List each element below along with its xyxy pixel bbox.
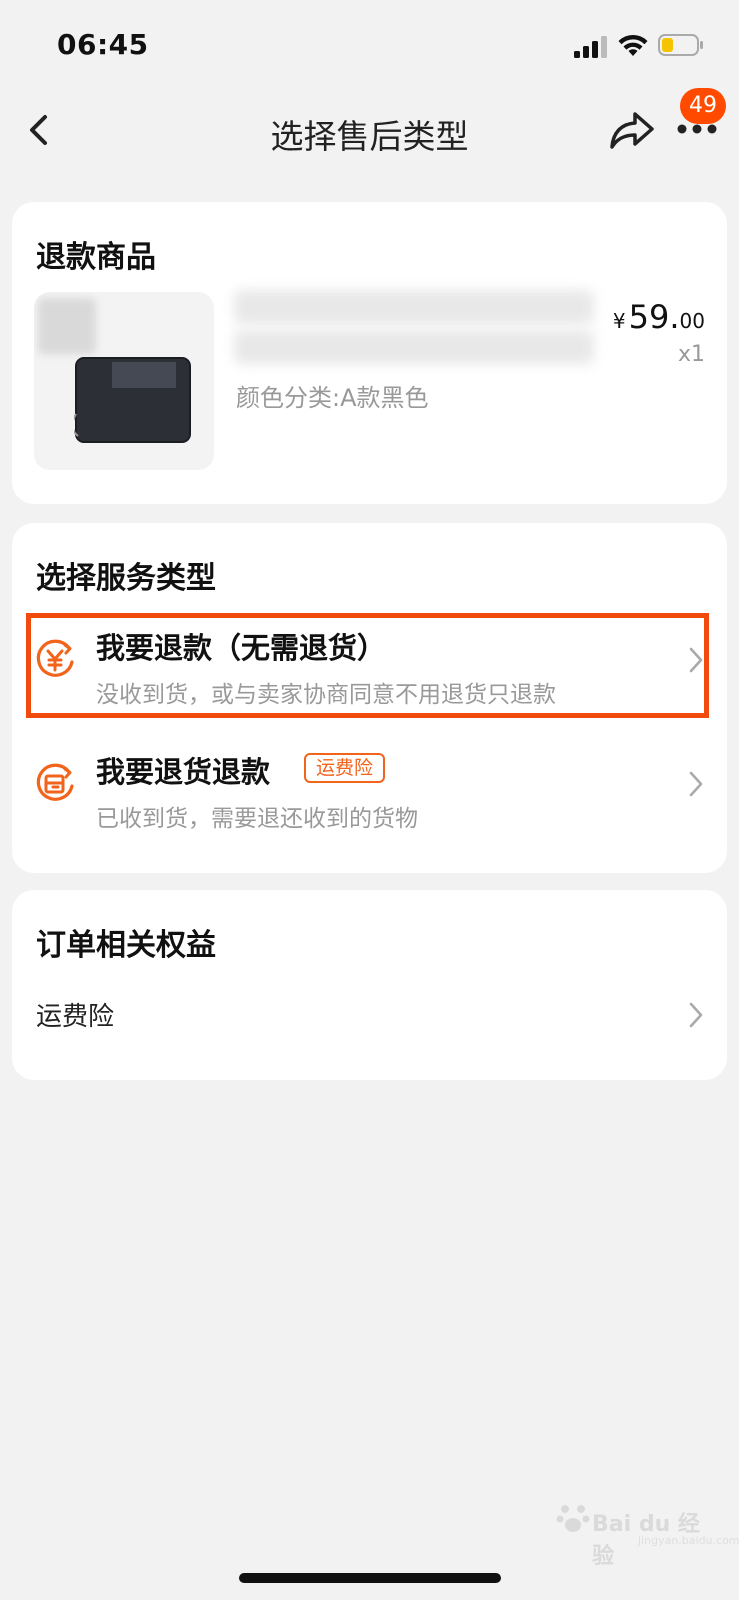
wifi-icon	[618, 34, 648, 56]
wallet-image	[74, 357, 191, 443]
product-variant: 颜色分类:A款黑色	[236, 384, 429, 412]
blurred-product-name-line-2	[234, 330, 594, 364]
refund-product-title: 退款商品	[36, 240, 156, 275]
price-integer: 59.	[628, 298, 680, 336]
navigation-bar: 选择售后类型 49	[0, 88, 739, 172]
chevron-right-icon	[689, 1002, 703, 1028]
order-benefits-title: 订单相关权益	[36, 928, 216, 963]
product-quantity: x1	[677, 342, 705, 367]
service-type-card: 选择服务类型 我要退款（无需退货） 没收到货，或与卖家协商同意不用退货只退款 我…	[12, 523, 727, 873]
product-price: ¥59.00	[613, 298, 705, 336]
battery-icon	[658, 34, 703, 56]
shipping-insurance-label: 运费险	[36, 1002, 115, 1032]
paw-logo-icon	[556, 1505, 590, 1532]
status-time: 06:45	[57, 28, 149, 61]
home-indicator[interactable]	[239, 1573, 501, 1583]
order-benefits-card: 订单相关权益 运费险	[12, 890, 727, 1080]
yuan-refund-icon	[36, 639, 74, 677]
refund-only-title: 我要退款（无需退货）	[96, 631, 387, 665]
product-image[interactable]	[34, 292, 214, 470]
watermark-url: jingyan.baidu.com	[638, 1534, 739, 1547]
chevron-right-icon	[689, 771, 703, 797]
refund-product-card: 退款商品 ¥59.00 x1 颜色分类:A款黑色	[12, 202, 727, 504]
price-currency: ¥	[612, 309, 626, 333]
return-refund-option[interactable]: 我要退货退款 运费险 已收到货，需要退还收到的货物	[12, 741, 727, 843]
return-refund-description: 已收到货，需要退还收到的货物	[96, 806, 418, 832]
price-decimal: 00	[679, 309, 705, 333]
shipping-insurance-tag: 运费险	[304, 753, 386, 783]
share-icon[interactable]	[608, 108, 656, 152]
service-type-title: 选择服务类型	[36, 561, 216, 596]
refund-only-option[interactable]: 我要退款（无需退货） 没收到货，或与卖家协商同意不用退货只退款	[12, 617, 727, 719]
blurred-product-name-line-1	[234, 290, 594, 324]
return-package-icon	[36, 763, 74, 801]
cellular-signal-icon	[574, 36, 607, 58]
refund-only-description: 没收到货，或与卖家协商同意不用退货只退款	[96, 682, 556, 708]
shipping-insurance-row[interactable]: 运费险	[12, 976, 727, 1056]
chevron-right-icon	[689, 647, 703, 673]
baidu-jingyan-watermark: Bai du 经验 jingyan.baidu.com	[556, 1492, 739, 1569]
more-dots-icon[interactable]	[676, 122, 718, 136]
status-bar: 06:45	[0, 0, 739, 90]
return-refund-title: 我要退货退款	[96, 755, 271, 789]
notification-badge: 49	[680, 88, 726, 124]
blurred-region	[38, 298, 96, 354]
